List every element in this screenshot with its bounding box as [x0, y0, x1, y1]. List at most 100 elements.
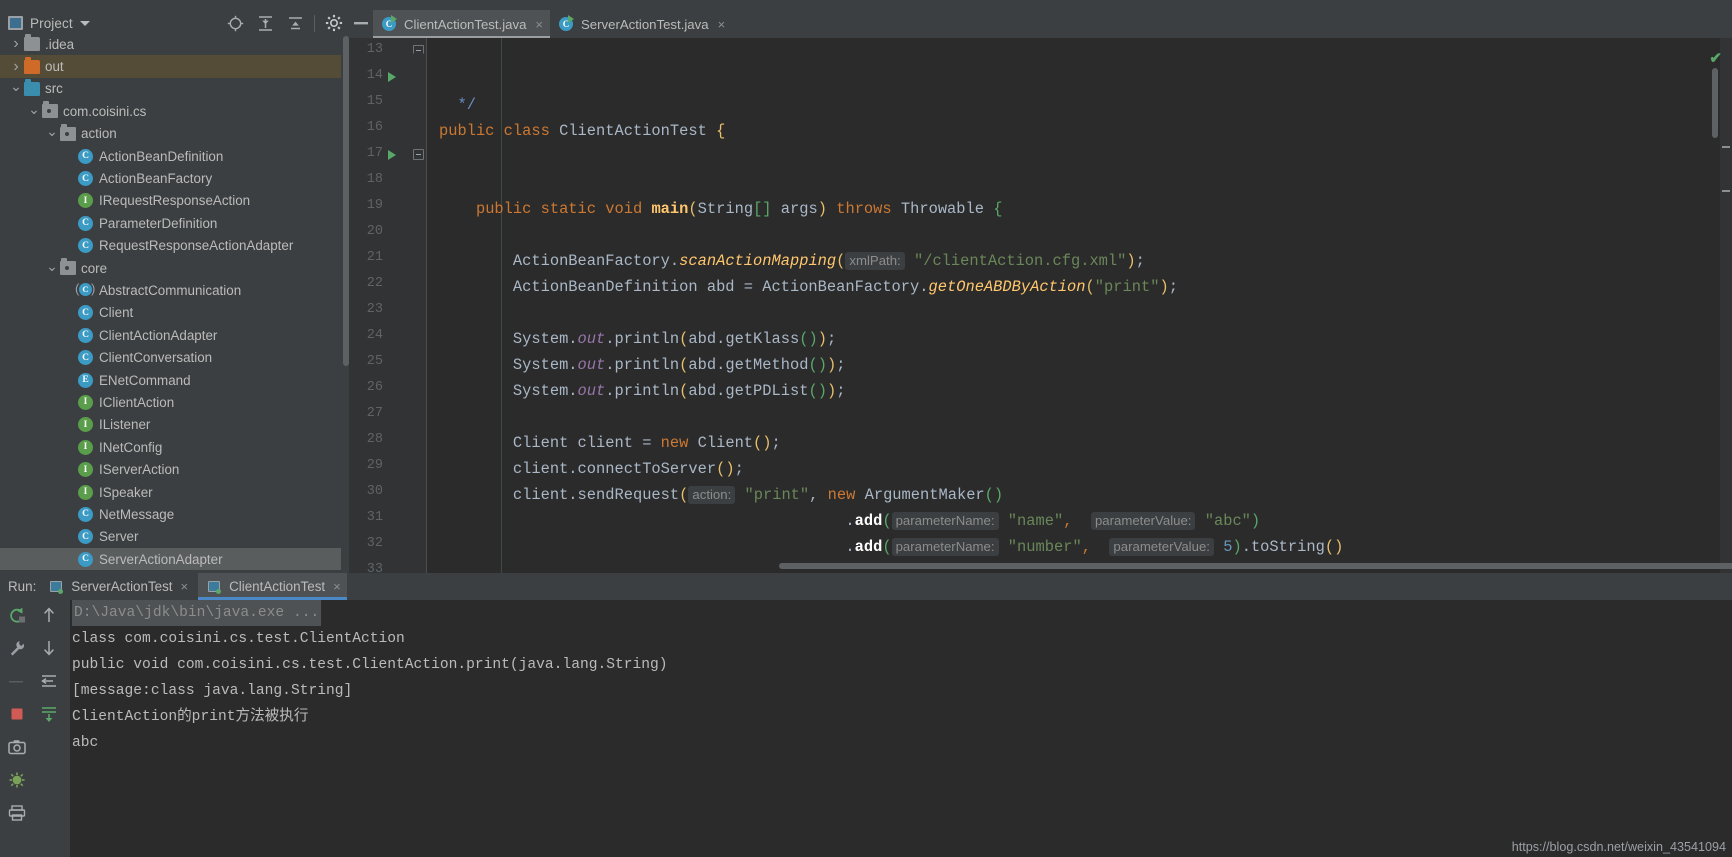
chevron-down-icon[interactable] — [44, 261, 60, 276]
chevron-down-icon[interactable] — [44, 126, 60, 141]
gutter-row[interactable]: 19 — [349, 194, 427, 220]
gutter-row[interactable]: 17 — [349, 142, 427, 168]
editor-tab-serveractiontest[interactable]: C ServerActionTest.java × — [550, 10, 732, 38]
tree-node-serveractionadapter[interactable]: C ServerActionAdapter — [0, 547, 341, 571]
chevron-right-icon[interactable] — [8, 36, 24, 52]
code-line[interactable]: ActionBeanDefinition abd = ActionBeanFac… — [427, 274, 1732, 300]
tree-node-server[interactable]: C Server — [0, 526, 341, 548]
chevron-down-icon[interactable] — [79, 20, 90, 26]
code-line[interactable] — [427, 222, 1732, 248]
tree-node-abstractcommunication[interactable]: CAbstractCommunication — [0, 279, 341, 301]
kill-process-icon[interactable] — [5, 769, 29, 791]
close-icon[interactable]: × — [718, 18, 726, 31]
tree-node-netmessage[interactable]: C NetMessage — [0, 503, 341, 525]
chevron-down-icon[interactable] — [8, 81, 24, 96]
gutter-row[interactable]: 20 — [349, 220, 427, 246]
tree-node-clientconversation[interactable]: C ClientConversation — [0, 346, 341, 368]
code-line[interactable]: client.connectToServer(); — [427, 456, 1732, 482]
tree-node-out[interactable]: out — [0, 55, 341, 78]
print-icon[interactable] — [5, 802, 29, 824]
console-area[interactable]: D:\Java\jdk\bin\java.exe ... class com.co… — [0, 600, 1732, 857]
tree-node--idea[interactable]: .idea — [0, 33, 341, 55]
fold-collapse-icon[interactable] — [413, 149, 424, 160]
gutter-row[interactable]: 16 — [349, 116, 427, 142]
down-arrow-icon[interactable] — [37, 637, 61, 659]
gutter-row[interactable]: 26 — [349, 376, 427, 402]
gutter-row[interactable]: 21 — [349, 246, 427, 272]
editor-marker-strip[interactable] — [1720, 38, 1732, 573]
tree-node-src[interactable]: src — [0, 78, 341, 100]
code-line[interactable]: */ — [427, 92, 1732, 118]
chevron-right-icon[interactable] — [8, 59, 24, 75]
tree-node-clientactionadapter[interactable]: C ClientActionAdapter — [0, 324, 341, 346]
fold-collapse-icon[interactable] — [413, 45, 424, 54]
tree-node-client[interactable]: C Client — [0, 302, 341, 324]
gutter-row[interactable]: 22 — [349, 272, 427, 298]
tree-node-ispeaker[interactable]: I ISpeaker — [0, 481, 341, 503]
gutter-row[interactable]: 25 — [349, 350, 427, 376]
code-line[interactable]: System.out.println(abd.getMethod()); — [427, 352, 1732, 378]
tree-node-iclientaction[interactable]: I IClientAction — [0, 391, 341, 413]
tree-node-requestresponseactionadapter[interactable]: C RequestResponseActionAdapter — [0, 235, 341, 257]
close-icon[interactable]: × — [333, 579, 341, 594]
gutter-row[interactable]: 18 — [349, 168, 427, 194]
run-gutter-icon[interactable] — [388, 72, 396, 82]
scroll-to-end-icon[interactable] — [37, 703, 61, 725]
project-tree[interactable]: .idea out srccom.coisini.cs action C ActionBe… — [0, 33, 341, 573]
code-line[interactable] — [427, 300, 1732, 326]
gutter-row[interactable]: 15 — [349, 90, 427, 116]
editor-tab-clientactiontest[interactable]: C ClientActionTest.java × — [373, 10, 551, 38]
tree-node-com-coisini-cs[interactable]: com.coisini.cs — [0, 100, 341, 122]
tree-node-actionbeanfactory[interactable]: C ActionBeanFactory — [0, 167, 341, 189]
console-output[interactable]: D:\Java\jdk\bin\java.exe ... class com.co… — [72, 600, 1732, 857]
code-line[interactable] — [427, 144, 1732, 170]
soft-wrap-icon[interactable] — [37, 670, 61, 692]
stop-icon[interactable] — [5, 703, 29, 725]
code-content[interactable]: */ public class ClientActionTest { public… — [427, 38, 1732, 573]
code-line[interactable]: .add(parameterName: "number", parameterV… — [427, 534, 1732, 560]
gutter-row[interactable]: 30 — [349, 480, 427, 506]
tree-node-action[interactable]: action — [0, 123, 341, 145]
code-line[interactable]: System.out.println(abd.getKlass()); — [427, 326, 1732, 352]
gutter-row[interactable]: 24 — [349, 324, 427, 350]
tree-node-irequestresponseaction[interactable]: I IRequestResponseAction — [0, 190, 341, 212]
editor-horizontal-scrollbar[interactable] — [779, 563, 1732, 569]
code-line[interactable]: client.sendRequest(action: "print", new … — [427, 482, 1732, 508]
gutter-row[interactable]: 14 — [349, 64, 427, 90]
code-line[interactable] — [427, 404, 1732, 430]
wrench-icon[interactable] — [5, 637, 29, 659]
code-line[interactable]: System.out.println(abd.getPDList()); — [427, 378, 1732, 404]
gutter-row[interactable]: 33 — [349, 558, 427, 573]
tree-node-iserveraction[interactable]: I IServerAction — [0, 458, 341, 480]
minimize-icon[interactable] — [349, 9, 373, 38]
code-editor[interactable]: 13 14 15 16 17 18 19 20 21 22 23 24 25 26 27 28 29 30 31 32… — [349, 38, 1732, 573]
tree-node-ilistener[interactable]: I IListener — [0, 414, 341, 436]
editor-gutter[interactable]: 13 14 15 16 17 18 19 20 21 22 23 24 25 26 27 28 29 30 31 32… — [349, 38, 427, 573]
run-tab-clientactiontest[interactable]: ClientActionTest × — [198, 573, 347, 600]
tree-node-inetconfig[interactable]: I INetConfig — [0, 436, 341, 458]
tree-node-core[interactable]: core — [0, 257, 341, 279]
close-icon[interactable]: × — [535, 18, 543, 31]
gutter-row[interactable]: 29 — [349, 454, 427, 480]
chevron-down-icon[interactable] — [26, 104, 42, 119]
rerun-icon[interactable] — [5, 604, 29, 626]
close-icon[interactable]: × — [181, 579, 189, 594]
gutter-row[interactable]: 23 — [349, 298, 427, 324]
code-line[interactable]: .add(parameterName: "name", parameterVal… — [427, 508, 1732, 534]
code-line[interactable]: public class ClientActionTest { — [427, 118, 1732, 144]
code-line[interactable]: public static void main(String[] args) t… — [427, 196, 1732, 222]
camera-icon[interactable] — [5, 736, 29, 758]
run-gutter-icon[interactable] — [388, 150, 396, 160]
tree-node-actionbeandefinition[interactable]: C ActionBeanDefinition — [0, 145, 341, 167]
code-line[interactable]: ActionBeanFactory.scanActionMapping(xmlP… — [427, 248, 1732, 274]
gutter-row[interactable]: 31 — [349, 506, 427, 532]
inspection-status-icon[interactable]: ✔ — [1709, 49, 1722, 67]
gutter-row[interactable]: 27 — [349, 402, 427, 428]
gutter-row[interactable]: 32 — [349, 532, 427, 558]
tree-node-parameterdefinition[interactable]: C ParameterDefinition — [0, 212, 341, 234]
code-line[interactable]: Client client = new Client(); — [427, 430, 1732, 456]
gutter-row[interactable]: 13 — [349, 38, 427, 64]
run-tab-serveractiontest[interactable]: ServerActionTest × — [40, 573, 194, 600]
tree-node-enetcommand[interactable]: E ENetCommand — [0, 369, 341, 391]
code-line[interactable] — [427, 170, 1732, 196]
